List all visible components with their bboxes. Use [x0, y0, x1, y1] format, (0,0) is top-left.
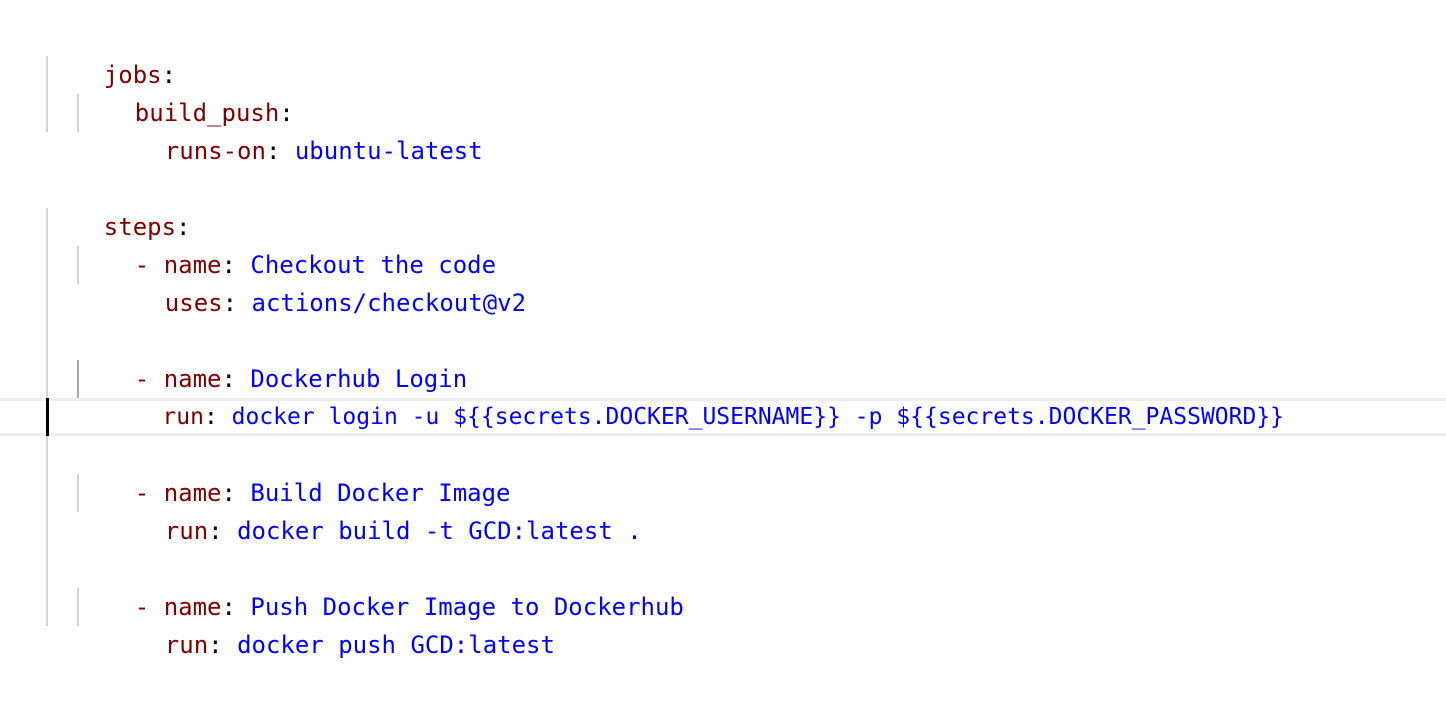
code-line[interactable]: steps:	[0, 170, 1446, 241]
yaml-key: runs-on	[164, 137, 266, 165]
code-line[interactable]: runs-on: ubuntu-latest	[0, 94, 1446, 165]
yaml-key: run	[164, 631, 209, 659]
yaml-value: docker build -t GCD:latest .	[237, 517, 642, 545]
yaml-colon: :	[222, 289, 252, 317]
code-line[interactable]: uses: actions/checkout@v2	[0, 246, 1446, 317]
yaml-colon: :	[208, 517, 238, 545]
yaml-value: actions/checkout@v2	[251, 289, 527, 317]
yaml-value: docker push GCD:latest	[237, 631, 555, 659]
yaml-key: uses	[164, 289, 223, 317]
code-line[interactable]: - name: Dockerhub Login	[0, 322, 1446, 393]
yaml-colon: :	[265, 137, 295, 165]
code-line[interactable]: jobs:	[0, 18, 1446, 89]
yaml-key: run	[164, 517, 209, 545]
yaml-value: ubuntu-latest	[294, 137, 483, 165]
code-editor[interactable]: jobs: build_push: runs-on: ubuntu-latest…	[0, 0, 1446, 662]
code-line[interactable]: - name: Build Docker Image	[0, 436, 1446, 507]
code-line[interactable]: run: docker push GCD:latest	[0, 588, 1446, 659]
code-line[interactable]: run: docker login -u ${{secrets.DOCKER_U…	[0, 360, 1446, 430]
code-line[interactable]: build_push:	[0, 56, 1446, 127]
yaml-colon: :	[208, 631, 238, 659]
code-line[interactable]: run: docker build -t GCD:latest .	[0, 474, 1446, 545]
current-line[interactable]	[0, 398, 1446, 436]
text-cursor	[46, 398, 49, 436]
code-line[interactable]: - name: Checkout the code	[0, 208, 1446, 279]
code-line[interactable]: - name: Push Docker Image to Dockerhub	[0, 550, 1446, 621]
